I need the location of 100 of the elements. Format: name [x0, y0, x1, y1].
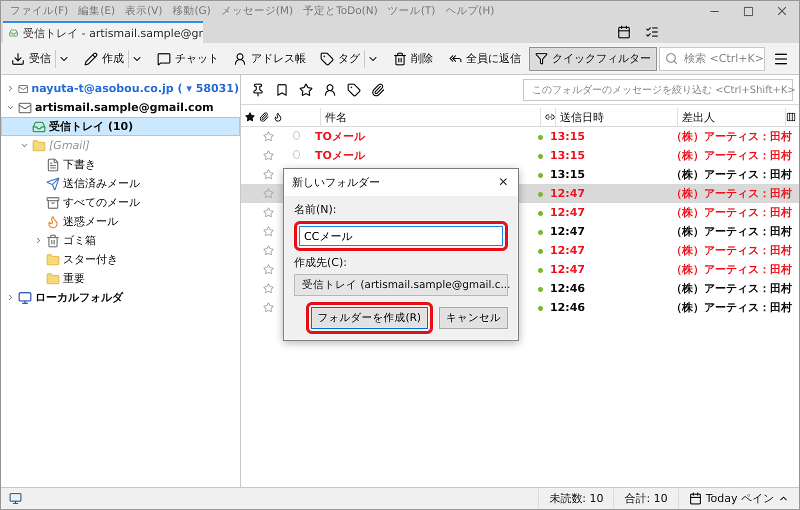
subject-cell: TOメール: [315, 149, 365, 162]
calendar-icon: [688, 492, 702, 505]
filter-field[interactable]: このフォルダーのメッセージを絞り込む <Ctrl+Shift+K>: [523, 78, 793, 100]
junk-icon: [46, 214, 60, 228]
junk-icon[interactable]: [273, 112, 283, 122]
status-dot: [538, 135, 543, 140]
archive-icon: [46, 196, 60, 210]
folder-item[interactable]: 送信済みメール: [1, 174, 240, 193]
folder-item[interactable]: nayuta-t@asobou.co.jp ( ▾ 58031): [1, 79, 240, 98]
star-icon[interactable]: [263, 226, 274, 237]
folder-item[interactable]: 下書き: [1, 155, 240, 174]
quick-filter-button[interactable]: クイックフィルター: [529, 46, 657, 70]
date-cell: 12:46: [550, 282, 586, 295]
tag-icon[interactable]: [347, 82, 361, 96]
tag-button[interactable]: タグ: [314, 46, 385, 70]
sent-icon: [46, 176, 60, 190]
folder-label: 迷惑メール: [63, 214, 118, 229]
column-header[interactable]: 送信日時: [556, 108, 678, 126]
star-icon[interactable]: [263, 131, 274, 142]
write-icon: [84, 52, 98, 66]
date-cell: 12:47: [550, 187, 586, 200]
monitor-icon[interactable]: [9, 492, 22, 505]
star-icon[interactable]: [263, 264, 274, 275]
star-icon[interactable]: [299, 82, 313, 96]
date-cell: 13:15: [550, 149, 586, 162]
tasks-icon[interactable]: [645, 25, 659, 39]
delete-button[interactable]: 削除: [387, 46, 439, 70]
expand-icon[interactable]: [20, 141, 29, 150]
today-pane-button[interactable]: Today ペイン: [678, 488, 799, 509]
expand-icon[interactable]: [6, 103, 15, 112]
sender-cell: （株）アーティス：田村: [671, 243, 792, 258]
expand-icon[interactable]: [34, 236, 43, 245]
sender-cell: （株）アーティス：田村: [671, 129, 792, 144]
status-dot: [538, 287, 543, 292]
contact-icon[interactable]: [323, 82, 337, 96]
star-icon[interactable]: [263, 188, 274, 199]
inbox-icon: [32, 120, 46, 134]
expand-icon[interactable]: [6, 84, 15, 93]
sender-cell: （株）アーティス：田村: [671, 205, 792, 220]
dialog-title: 新しいフォルダー: [292, 175, 380, 190]
close-button[interactable]: ×: [496, 174, 510, 192]
date-cell: 13:15: [550, 168, 586, 181]
drafts-icon: [46, 158, 60, 172]
write-button[interactable]: 作成: [78, 46, 149, 70]
reply-all-icon: [449, 52, 462, 65]
date-cell: 13:15: [550, 130, 586, 143]
folder-tab[interactable]: 受信トレイ - artismail.sample@gr: [3, 21, 203, 43]
name-input[interactable]: CCメール: [299, 226, 503, 246]
star-icon[interactable]: [263, 207, 274, 218]
chat-button[interactable]: チャット: [151, 46, 225, 70]
reply-all-button[interactable]: 全員に返信: [443, 46, 527, 70]
folder-item[interactable]: 受信トレイ (10): [1, 117, 240, 136]
folder-item[interactable]: 迷惑メール: [1, 212, 240, 231]
tag-icon: [320, 52, 334, 66]
folder-item[interactable]: ローカルフォルダ: [1, 288, 240, 307]
attachment-icon[interactable]: [259, 112, 269, 122]
date-cell: 12:47: [550, 225, 586, 238]
folder-label: ゴミ箱: [63, 233, 96, 248]
location-select[interactable]: 受信トレイ (artismail.sample@gmail.c...: [294, 274, 508, 296]
folder-item[interactable]: スター付き: [1, 250, 240, 269]
attachment-icon[interactable]: [371, 82, 385, 96]
thread-icon[interactable]: [545, 112, 555, 122]
folder-item[interactable]: すべてのメール: [1, 193, 240, 212]
date-cell: 12:47: [550, 263, 586, 276]
maximize-icon[interactable]: [742, 6, 754, 16]
trash-icon: [46, 234, 60, 248]
delete-icon: [393, 52, 407, 66]
folder-label: 送信済みメール: [63, 176, 140, 191]
chat-icon: [157, 52, 171, 66]
search-field[interactable]: 検索 <Ctrl+K>: [659, 46, 765, 70]
star-icon[interactable]: [263, 245, 274, 256]
create-folder-button[interactable]: フォルダーを作成(R): [310, 307, 428, 329]
bookmark-icon[interactable]: [275, 82, 289, 96]
cancel-button[interactable]: キャンセル: [439, 307, 508, 329]
expand-icon[interactable]: [6, 293, 15, 302]
sender-cell: （株）アーティス：田村: [671, 148, 792, 163]
calendar-icon[interactable]: [617, 25, 631, 39]
folder-item[interactable]: ゴミ箱: [1, 231, 240, 250]
star-icon[interactable]: [263, 169, 274, 180]
folder-item[interactable]: artismail.sample@gmail.com: [1, 98, 240, 117]
close-icon[interactable]: [775, 4, 789, 18]
filter-icon: [535, 52, 548, 65]
status-dot: [538, 249, 543, 254]
folder-icon: [46, 252, 60, 266]
star-icon[interactable]: [263, 283, 274, 294]
column-header[interactable]: 差出人: [678, 108, 786, 126]
star-icon[interactable]: [263, 302, 274, 313]
status-dot: [538, 173, 543, 178]
star-icon[interactable]: [263, 150, 274, 161]
status-dot: [538, 306, 543, 311]
location-label: 作成先(C):: [294, 255, 348, 270]
column-header[interactable]: 件名: [321, 108, 541, 126]
star-icon[interactable]: [245, 112, 255, 122]
folder-item[interactable]: 重要: [1, 269, 240, 288]
address-button[interactable]: アドレス帳: [227, 46, 312, 70]
get-button[interactable]: 受信: [5, 46, 76, 70]
pin-icon[interactable]: [251, 82, 265, 96]
date-cell: 12:47: [550, 206, 586, 219]
date-cell: 12:46: [550, 301, 586, 314]
column-picker-icon[interactable]: [786, 112, 796, 122]
